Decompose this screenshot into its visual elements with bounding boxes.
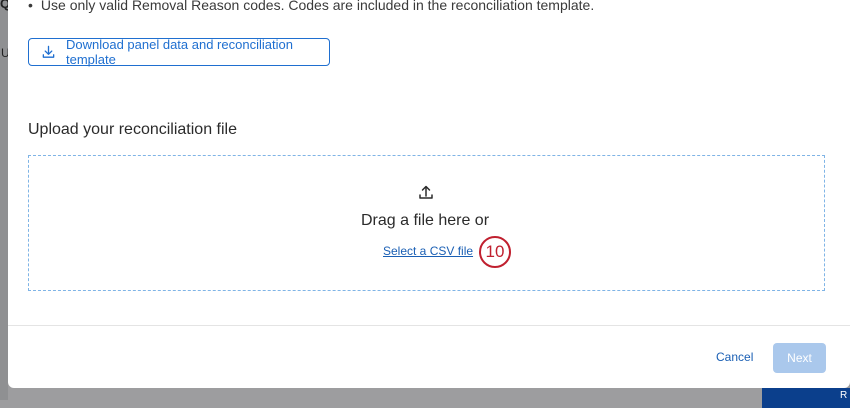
backdrop-button [762,388,850,408]
cancel-button[interactable]: Cancel [716,350,753,364]
drag-instruction: Drag a file here or [360,212,490,229]
download-icon [42,45,55,58]
note-text: Use only valid Removal Reason codes. Cod… [40,0,595,13]
upload-section-title: Upload your reconciliation file [28,121,237,138]
select-csv-link[interactable]: Select a CSV file [383,244,473,258]
download-template-button[interactable]: Download panel data and reconciliation t… [28,37,330,67]
step-number-badge: 10 [479,236,511,268]
backdrop-button-label: R [840,390,848,401]
upload-icon [419,185,433,199]
backdrop-left [0,0,8,400]
footer-divider [8,325,850,326]
bullet: • [28,0,33,13]
download-button-label: Download panel data and reconciliation t… [66,37,293,67]
next-button[interactable]: Next [773,343,826,373]
instruction-note: • Use only valid Removal Reason codes. Co… [28,0,594,13]
